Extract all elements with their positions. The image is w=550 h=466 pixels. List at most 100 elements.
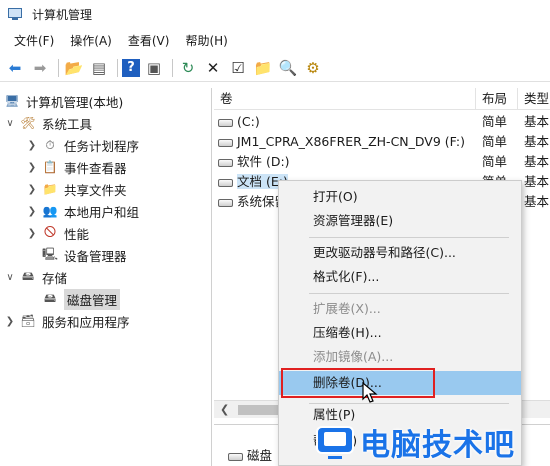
volume-list-header: 卷 布局 类型	[214, 88, 550, 110]
users-icon: 👥	[42, 204, 58, 218]
refresh-icon[interactable]: ↻	[177, 57, 199, 79]
tree-item-event-viewer[interactable]: ❯ 📋 事件查看器	[26, 156, 127, 178]
tree-item-label: 事件查看器	[64, 160, 127, 176]
menu-file[interactable]: 文件(F)	[6, 32, 62, 49]
volume-name: JM1_CPRA_X86FRER_ZH-CN_DV9 (F:)	[237, 134, 465, 149]
menu-item-format[interactable]: 格式化(F)...	[279, 265, 521, 289]
menu-separator	[309, 237, 509, 238]
volume-type: 基本	[524, 154, 550, 169]
disk-icon: 🖴	[43, 290, 57, 305]
volume-type: 基本	[524, 194, 550, 209]
chevron-right-icon[interactable]: ❯	[26, 206, 38, 217]
chevron-right-icon[interactable]: ❯	[4, 316, 16, 327]
volume-layout: 简单	[482, 134, 508, 149]
device-manager-icon: 🖳	[42, 246, 59, 261]
highlight-callout-box	[281, 368, 435, 398]
menu-bar: 文件(F) 操作(A) 查看(V) 帮助(H)	[0, 28, 550, 52]
menu-view[interactable]: 查看(V)	[120, 32, 178, 49]
column-header-type[interactable]: 类型	[518, 88, 550, 110]
navigation-tree: 🖥 计算机管理(本地) ∨ 🛠 系统工具 ❯ ⏱ 任务计划程序 ❯ 📋 事件查看…	[0, 88, 212, 466]
drive-icon	[218, 118, 233, 127]
check-disk-icon[interactable]: ☑	[227, 57, 249, 79]
up-folder-icon[interactable]: 📂	[63, 57, 85, 79]
tree-item-system-tools[interactable]: ∨ 🛠 系统工具	[4, 112, 92, 134]
properties-icon[interactable]: ⚙	[302, 57, 324, 79]
tree-item-shared-folders[interactable]: ❯ 📁 共享文件夹	[26, 178, 127, 200]
tree-item-label: 设备管理器	[64, 248, 127, 264]
toolbar-separator	[58, 58, 59, 77]
column-header-volume[interactable]: 卷	[214, 88, 476, 110]
toolbar: ⬅ ➡ 📂 ▤ ? ▣ ↻ ✕ ☑ 📁 🔍 ⚙	[0, 54, 550, 82]
tree-item-computer-management[interactable]: 🖥 计算机管理(本地)	[4, 90, 123, 112]
forward-arrow-icon[interactable]: ➡	[29, 57, 51, 79]
chevron-down-icon[interactable]: ∨	[4, 272, 16, 283]
open-folder-icon[interactable]: 📁	[252, 57, 274, 79]
search-icon[interactable]: 🔍	[277, 57, 299, 79]
properties-view-icon[interactable]: ▣	[143, 57, 165, 79]
volume-name: (C:)	[237, 114, 260, 129]
show-hide-tree-icon[interactable]: ▤	[88, 57, 110, 79]
disk-icon	[228, 452, 243, 461]
tools-icon: 🛠	[20, 116, 36, 130]
menu-item-extend-volume: 扩展卷(X)...	[313, 301, 381, 316]
help-icon[interactable]: ?	[122, 58, 140, 77]
menu-action[interactable]: 操作(A)	[62, 32, 120, 49]
watermark-text: 电脑技术吧	[360, 428, 515, 463]
menu-item-change-drive-letter[interactable]: 更改驱动器号和路径(C)...	[279, 241, 521, 265]
storage-icon: 🖴	[21, 268, 35, 283]
table-row[interactable]: (C:) 简单 基本	[214, 112, 550, 132]
menu-item-open[interactable]: 打开(O)	[279, 185, 521, 209]
computer-management-icon	[8, 6, 24, 22]
services-icon: 🗃	[20, 314, 36, 328]
tree-item-disk-management[interactable]: 🖴 磁盘管理	[26, 288, 121, 310]
tree-item-storage[interactable]: ∨ 🖴 存储	[4, 266, 67, 288]
clock-icon: ⏱	[45, 137, 55, 152]
chevron-right-icon[interactable]: ❯	[26, 228, 38, 239]
back-arrow-icon[interactable]: ⬅	[4, 57, 26, 79]
volume-name: 软件 (D:)	[237, 154, 290, 169]
tree-item-task-scheduler[interactable]: ❯ ⏱ 任务计划程序	[26, 134, 139, 156]
tree-item-label: 共享文件夹	[64, 182, 127, 198]
chevron-right-icon[interactable]: ❯	[26, 162, 38, 173]
shared-folder-icon: 📁	[42, 182, 58, 196]
table-row[interactable]: JM1_CPRA_X86FRER_ZH-CN_DV9 (F:) 简单 基本	[214, 132, 550, 152]
title-bar: 计算机管理	[0, 0, 550, 28]
drive-icon	[218, 198, 233, 207]
tree-item-label: 本地用户和组	[64, 204, 140, 220]
volume-type: 基本	[524, 174, 550, 189]
volume-type: 基本	[524, 134, 550, 149]
drive-icon	[218, 158, 233, 167]
performance-icon: 🛇	[43, 224, 57, 239]
drive-icon	[218, 138, 233, 147]
tree-item-label: 任务计划程序	[64, 138, 140, 154]
computer-icon: 🖥	[4, 94, 20, 108]
volume-layout: 简单	[482, 114, 508, 129]
chevron-right-icon[interactable]: ❯	[26, 140, 38, 151]
column-header-layout[interactable]: 布局	[476, 88, 518, 110]
toolbar-separator	[117, 58, 118, 77]
tree-item-device-manager[interactable]: 🖳 设备管理器	[26, 244, 127, 266]
tree-item-label: 计算机管理(本地)	[26, 94, 124, 110]
tree-item-local-users[interactable]: ❯ 👥 本地用户和组	[26, 200, 139, 222]
chevron-right-icon[interactable]: ❯	[26, 184, 38, 195]
chevron-down-icon[interactable]: ∨	[4, 118, 16, 129]
tree-item-label: 存储	[42, 270, 68, 286]
tree-item-label: 性能	[64, 226, 90, 242]
table-row[interactable]: 软件 (D:) 简单 基本	[214, 152, 550, 172]
volume-name-cell: (C:)	[218, 112, 474, 132]
volume-name-cell: 软件 (D:)	[218, 152, 474, 172]
menu-help[interactable]: 帮助(H)	[177, 32, 235, 49]
menu-item-shrink-volume[interactable]: 压缩卷(H)...	[279, 321, 521, 345]
tree-item-performance[interactable]: ❯ 🛇 性能	[26, 222, 89, 244]
tree-item-services-apps[interactable]: ❯ 🗃 服务和应用程序	[4, 310, 130, 332]
menu-item-explorer[interactable]: 资源管理器(E)	[279, 209, 521, 233]
scroll-left-icon[interactable]: ❮	[220, 403, 229, 416]
delete-icon[interactable]: ✕	[202, 57, 224, 79]
drive-icon	[218, 178, 233, 187]
disk-label[interactable]: 磁盘	[228, 445, 272, 464]
toolbar-separator	[172, 58, 173, 77]
volume-name-cell: JM1_CPRA_X86FRER_ZH-CN_DV9 (F:)	[218, 132, 474, 152]
menu-separator	[309, 293, 509, 294]
mouse-cursor-icon	[362, 382, 378, 403]
menu-item-add-mirror: 添加镜像(A)...	[313, 349, 394, 364]
